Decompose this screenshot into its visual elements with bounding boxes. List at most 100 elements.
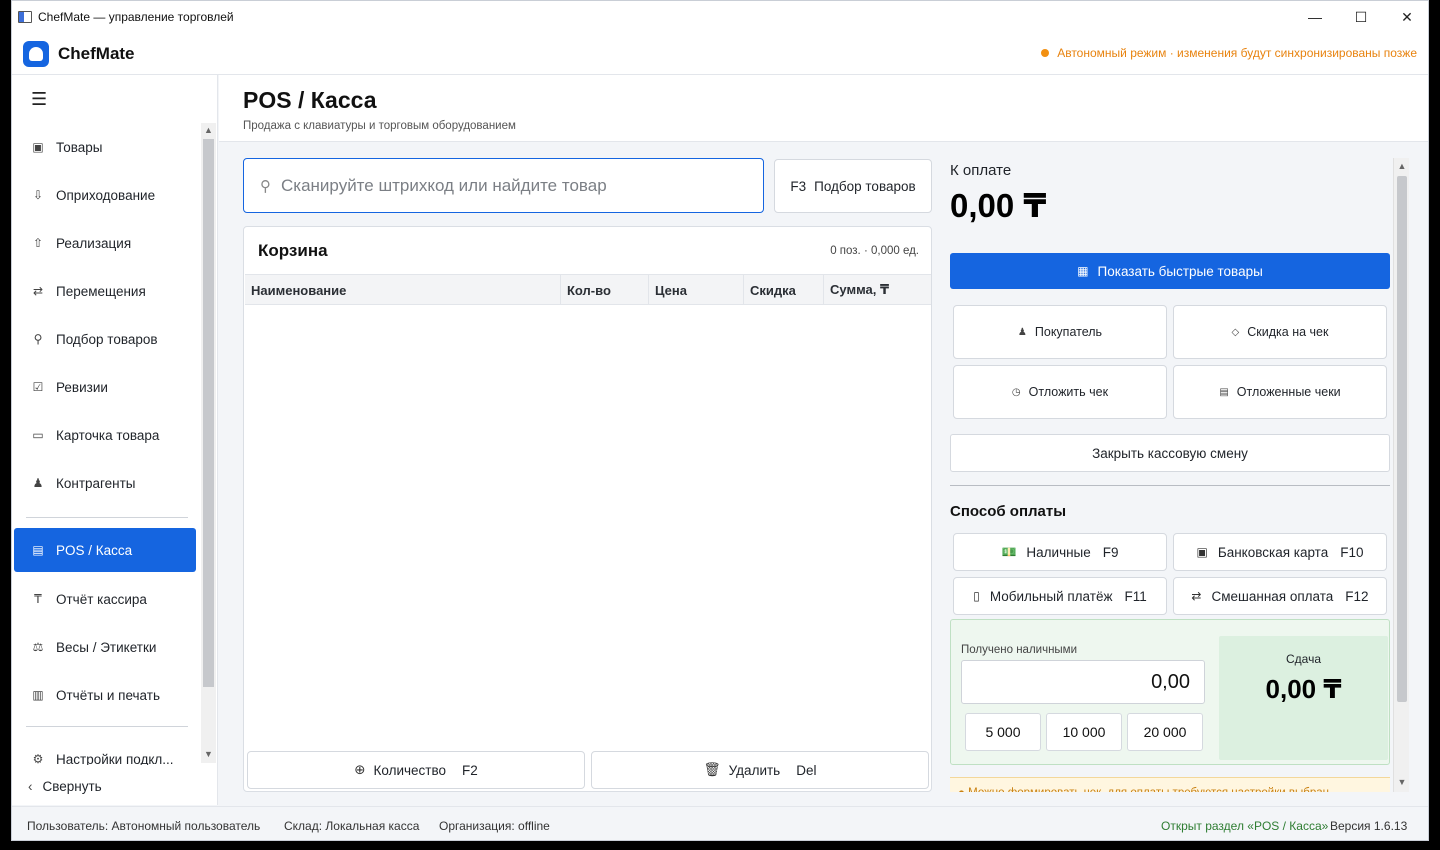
scroll-down-icon[interactable]: ▼ <box>1394 777 1410 787</box>
sidebar-item-product-card[interactable]: ▭ Карточка товара <box>14 413 196 457</box>
sidebar-item-label: Оприходование <box>56 187 156 203</box>
sidebar-item-label: Контрагенты <box>56 475 136 491</box>
report-icon: ▥ <box>32 688 44 702</box>
hotkey-label: Del <box>796 762 817 778</box>
app-header: ChefMate Автономный режим · изменения бу… <box>12 33 1428 75</box>
sidebar-item-counterparties[interactable]: ♟ Контрагенты <box>14 461 196 505</box>
sidebar-item-reports-print[interactable]: ▥ Отчёты и печать <box>14 673 196 717</box>
window-title: ChefMate — управление торговлей <box>38 10 234 24</box>
hamburger-menu-icon[interactable]: ☰ <box>31 89 47 110</box>
product-picker-button[interactable]: F3 Подбор товаров <box>774 159 932 213</box>
arrow-up-icon: ⇧ <box>32 236 44 250</box>
scroll-up-icon[interactable]: ▲ <box>201 125 216 135</box>
column-header-price[interactable]: Цена <box>649 275 744 305</box>
card-payment-button[interactable]: ▣ Банковская карта F10 <box>1173 533 1387 571</box>
sidebar-item-product-picker[interactable]: ⚲ Подбор товаров <box>14 317 196 361</box>
button-label: Количество <box>373 762 447 778</box>
cash-received-label: Получено наличными <box>961 644 1078 656</box>
chevron-left-icon: ‹ <box>28 779 33 794</box>
sidebar-divider <box>26 726 188 727</box>
register-icon: ▤ <box>32 543 44 557</box>
button-label: Подбор товаров <box>814 178 916 194</box>
table-header: Наименование Кол-во Цена Скидка Сумма, ₸ <box>245 275 931 305</box>
cash-received-input[interactable]: 0,00 <box>961 660 1205 704</box>
sidebar-item-products[interactable]: ▣ Товары <box>14 125 196 169</box>
sidebar-item-transfers[interactable]: ⇄ Перемещения <box>14 269 196 313</box>
change-value: 0,00 ₸ <box>1265 674 1342 704</box>
page-title: POS / Касса <box>243 87 377 113</box>
close-shift-button[interactable]: Закрыть кассовую смену <box>950 434 1390 472</box>
receipt-discount-button[interactable]: ◇ Скидка на чек <box>1173 305 1387 359</box>
cart-table[interactable]: Наименование Кол-во Цена Скидка Сумма, ₸ <box>245 274 931 740</box>
scales-icon: ⚖ <box>32 640 44 654</box>
sidebar-item-label: Ревизии <box>56 379 108 395</box>
button-label: Отложить чек <box>1028 385 1109 399</box>
postpone-receipt-button[interactable]: ◷ Отложить чек <box>953 365 1167 419</box>
sidebar-item-receiving[interactable]: ⇩ Оприходование <box>14 173 196 217</box>
delete-button[interactable]: 🗑 Удалить Del <box>591 751 929 789</box>
show-quick-products-button[interactable]: ▦ Показать быстрые товары <box>950 253 1390 289</box>
app-window-icon <box>18 11 32 23</box>
button-label: Отложенные чеки <box>1236 385 1341 399</box>
grid-icon: ▦ <box>1077 264 1089 278</box>
sidebar-item-scales-labels[interactable]: ⚖ Весы / Этикетки <box>14 625 196 669</box>
button-label: Удалить <box>728 762 781 778</box>
button-label: Смешанная оплата <box>1211 588 1334 604</box>
cash-quick-20000-button[interactable]: 20 000 <box>1127 713 1203 751</box>
maximize-button[interactable]: ☐ <box>1338 1 1384 33</box>
cash-quick-5000-button[interactable]: 5 000 <box>965 713 1041 751</box>
page-header: POS / Касса Продажа с клавиатуры и торго… <box>219 75 1428 142</box>
sidebar-item-connection-settings[interactable]: ⚙ Настройки подкл... <box>14 737 196 766</box>
mixed-payment-button[interactable]: ⇄ Смешанная оплата F12 <box>1173 577 1387 615</box>
brand-name: ChefMate <box>58 43 135 63</box>
barcode-search-field[interactable]: ⚲ <box>243 158 764 213</box>
collapse-sidebar-button[interactable]: ‹ Свернуть <box>28 779 102 794</box>
title-bar: ChefMate — управление торговлей — ☐ ✕ <box>12 1 1428 33</box>
scroll-down-icon[interactable]: ▼ <box>201 749 216 759</box>
postponed-receipts-button[interactable]: ▤ Отложенные чеки <box>1173 365 1387 419</box>
mobile-payment-button[interactable]: ▯ Мобильный платёж F11 <box>953 577 1167 615</box>
close-button[interactable]: ✕ <box>1384 1 1428 33</box>
sidebar-divider <box>26 517 188 518</box>
cart-title: Корзина <box>258 241 328 260</box>
panel-divider <box>950 485 1390 486</box>
customer-button[interactable]: ♟ Покупатель <box>953 305 1167 359</box>
column-header-sum[interactable]: Сумма, ₸ <box>824 275 931 305</box>
quantity-button[interactable]: ⊕ Количество F2 <box>247 751 585 789</box>
payment-scroll-thumb[interactable] <box>1397 176 1407 702</box>
barcode-search-input[interactable] <box>281 175 721 196</box>
page-subtitle: Продажа с клавиатуры и торговым оборудов… <box>243 120 516 132</box>
cart-panel: Корзина 0 поз. · 0,000 ед. Наименование … <box>243 226 932 792</box>
minimize-button[interactable]: — <box>1292 1 1338 33</box>
sidebar-item-sales[interactable]: ⇧ Реализация <box>14 221 196 265</box>
search-icon: ⚲ <box>260 177 271 195</box>
scroll-up-icon[interactable]: ▲ <box>1394 161 1410 171</box>
status-section: Открыт раздел «POS / Касса» <box>1161 819 1329 833</box>
payment-panel-scrollbar[interactable]: ▲ ▼ <box>1393 158 1409 792</box>
hotkey-label: F12 <box>1345 588 1369 604</box>
sidebar-item-pos[interactable]: ▤ POS / Касса <box>14 528 196 572</box>
status-user: Пользователь: Автономный пользователь <box>27 819 261 833</box>
sidebar-item-cashier-report[interactable]: ₸ Отчёт кассира <box>14 577 196 621</box>
diamond-icon: ◇ <box>1231 326 1240 338</box>
button-label: Покупатель <box>1034 325 1103 339</box>
change-label: Сдача <box>1285 652 1321 666</box>
cash-payment-button[interactable]: 💵 Наличные F9 <box>953 533 1167 571</box>
sidebar-scrollbar[interactable]: ▲ ▼ <box>201 123 216 763</box>
cart-count: 0 поз. · 0,000 ед. <box>830 245 919 257</box>
sidebar-scroll-thumb[interactable] <box>203 139 214 687</box>
sidebar-item-label: POS / Касса <box>56 542 133 558</box>
card-icon: ▣ <box>1196 545 1208 559</box>
button-label: Мобильный платёж <box>989 588 1113 604</box>
button-label: Скидка на чек <box>1247 325 1329 339</box>
cash-quick-10000-button[interactable]: 10 000 <box>1046 713 1122 751</box>
column-header-qty[interactable]: Кол-во <box>561 275 649 305</box>
person-icon: ♟ <box>1017 326 1027 338</box>
collapse-label: Свернуть <box>42 779 102 794</box>
column-header-discount[interactable]: Скидка <box>744 275 824 305</box>
trash-icon: 🗑 <box>703 762 721 777</box>
search-icon: ⚲ <box>33 332 43 346</box>
sidebar-item-label: Отчёты и печать <box>56 687 160 703</box>
sidebar-item-audits[interactable]: ☑ Ревизии <box>14 365 196 409</box>
column-header-name[interactable]: Наименование <box>245 275 561 305</box>
